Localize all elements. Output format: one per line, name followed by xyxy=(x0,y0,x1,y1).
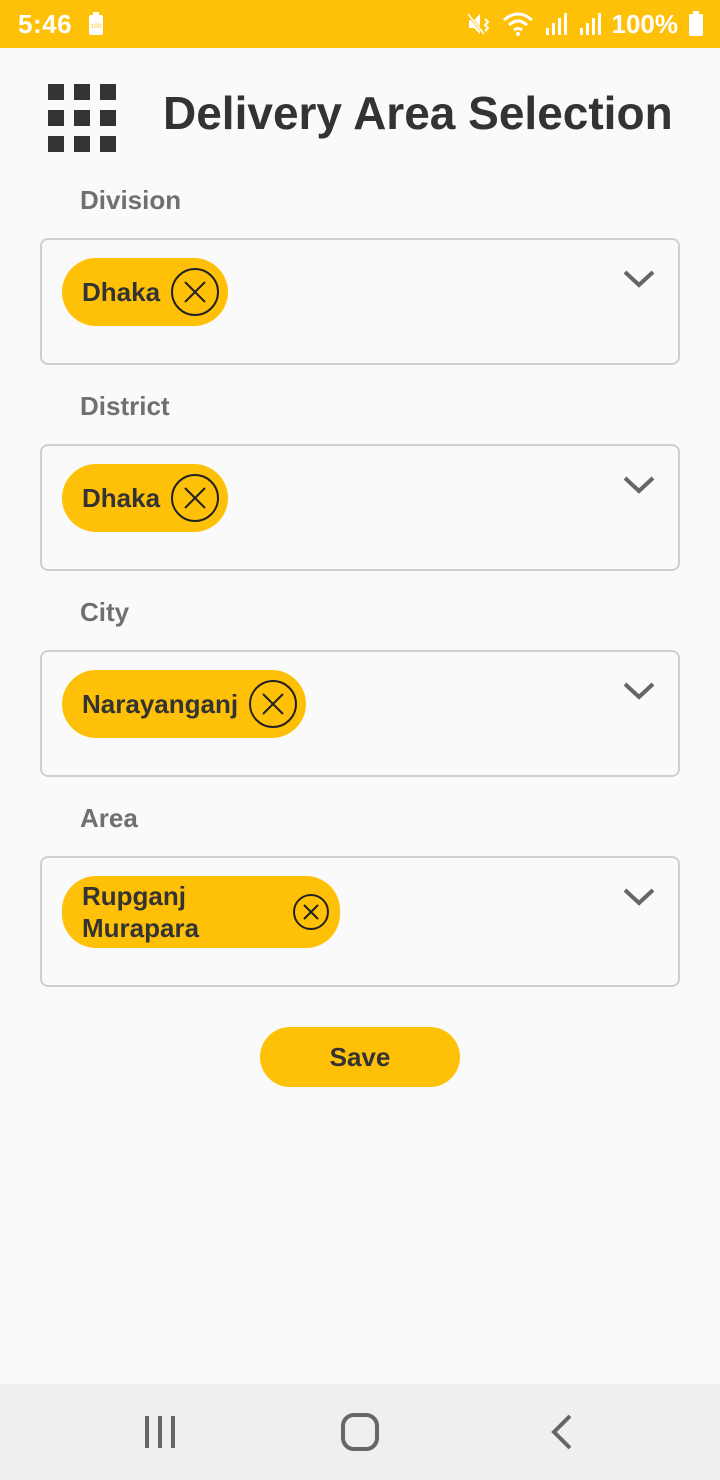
division-select[interactable]: Dhaka xyxy=(40,238,680,365)
battery-icon xyxy=(688,11,704,37)
city-chevron-down-icon[interactable] xyxy=(622,678,656,704)
battery-saver-label: 100 xyxy=(91,24,102,30)
mute-vibrate-icon xyxy=(466,11,492,37)
status-time: 5:46 xyxy=(18,8,73,39)
header: Delivery Area Selection xyxy=(0,48,720,178)
wifi-icon xyxy=(502,11,534,37)
nav-bar xyxy=(0,1384,720,1480)
city-label: City xyxy=(80,597,130,627)
battery-percent: 100% xyxy=(611,8,679,39)
area-label: Area xyxy=(80,803,138,833)
city-chip: Narayanganj xyxy=(62,670,307,738)
home-icon[interactable] xyxy=(340,1412,380,1452)
city-chip-text: Narayanganj xyxy=(82,689,239,719)
status-right: 100% xyxy=(466,9,705,40)
area-chip-close-icon[interactable] xyxy=(292,893,330,931)
area-chevron-down-icon[interactable] xyxy=(622,884,656,910)
division-label: Division xyxy=(80,185,182,215)
recent-apps-icon[interactable] xyxy=(140,1412,180,1452)
district-chip-text: Dhaka xyxy=(82,483,161,513)
grid-icon[interactable] xyxy=(48,84,116,152)
back-icon[interactable] xyxy=(542,1412,582,1452)
district-chip: Dhaka xyxy=(62,464,229,532)
city-select[interactable]: Narayanganj xyxy=(40,650,680,777)
district-label: District xyxy=(80,391,170,421)
signal-icon xyxy=(544,12,568,36)
division-chip: Dhaka xyxy=(62,258,229,326)
page-title: Delivery Area Selection xyxy=(163,87,673,139)
district-chevron-down-icon[interactable] xyxy=(622,472,656,498)
area-chip-text: Rupganj Murapara xyxy=(82,881,200,943)
save-button[interactable]: Save xyxy=(260,1027,460,1087)
status-bar: 5:46 100 100% xyxy=(0,0,720,48)
district-chip-close-icon[interactable] xyxy=(170,473,220,523)
division-chevron-down-icon[interactable] xyxy=(622,266,656,292)
district-select[interactable]: Dhaka xyxy=(40,444,680,571)
division-chip-close-icon[interactable] xyxy=(170,267,220,317)
signal-icon xyxy=(578,12,602,36)
city-chip-close-icon[interactable] xyxy=(248,679,298,729)
battery-saver-icon: 100 xyxy=(88,12,104,36)
division-chip-text: Dhaka xyxy=(82,277,161,307)
area-chip: Rupganj Murapara xyxy=(62,876,340,948)
area-select[interactable]: Rupganj Murapara xyxy=(40,856,680,987)
status-left: 5:46 100 xyxy=(18,9,104,40)
